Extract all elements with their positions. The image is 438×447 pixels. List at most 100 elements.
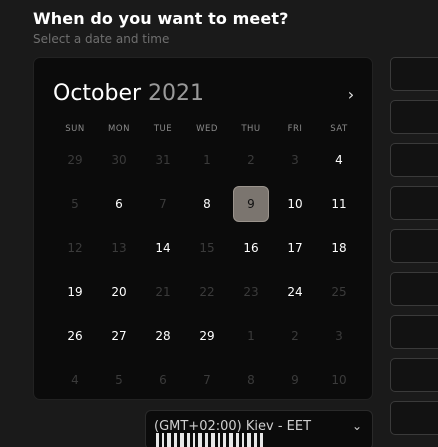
- day-number: 10: [287, 197, 303, 211]
- day-cell: 13: [97, 226, 141, 270]
- day-number: 7: [159, 197, 167, 211]
- day-number: 16: [243, 241, 259, 255]
- time-slot[interactable]: [390, 229, 438, 263]
- day-number: 25: [331, 285, 347, 299]
- day-number: 9: [233, 186, 269, 222]
- weekday-label: FRI: [287, 124, 303, 134]
- timezone-select[interactable]: (GMT+02:00) Kiev - EET ⌄: [145, 410, 373, 447]
- calendar-grid: SUN MON TUE WED THU FRI SAT 29 30 31 1 2 3 4 5 6 7 8 9 10 11…: [53, 124, 361, 402]
- day-number: 10: [331, 373, 347, 387]
- next-month-button[interactable]: ›: [341, 84, 361, 104]
- day-cell: 2: [273, 314, 317, 358]
- day-cell: 22: [185, 270, 229, 314]
- day-number: 9: [291, 373, 299, 387]
- day-cell[interactable]: 14: [141, 226, 185, 270]
- day-number: 1: [203, 153, 211, 167]
- day-cell[interactable]: 8: [185, 182, 229, 226]
- day-cell[interactable]: 17: [273, 226, 317, 270]
- loading-placeholder-bars: [156, 433, 266, 447]
- day-cell[interactable]: 10: [273, 182, 317, 226]
- day-cell: 1: [185, 138, 229, 182]
- date-picker-calendar: October 2021 › SUN MON TUE WED THU FRI SAT 29 30…: [33, 57, 373, 400]
- chevron-right-icon: ›: [347, 84, 355, 104]
- day-cell: 21: [141, 270, 185, 314]
- day-cell: 12: [53, 226, 97, 270]
- day-cell[interactable]: 16: [229, 226, 273, 270]
- time-slot[interactable]: [390, 143, 438, 177]
- day-number: 17: [287, 241, 303, 255]
- day-number: 31: [155, 153, 171, 167]
- day-cell: 10: [317, 358, 361, 402]
- day-cell: 9: [273, 358, 317, 402]
- weekday-label: THU: [241, 124, 261, 134]
- day-number: 18: [331, 241, 347, 255]
- month-label: October: [53, 81, 142, 106]
- day-number: 13: [111, 241, 127, 255]
- day-cell: 3: [273, 138, 317, 182]
- day-cell: 2: [229, 138, 273, 182]
- day-number: 20: [111, 285, 127, 299]
- day-number: 29: [67, 153, 83, 167]
- page-subtitle: Select a date and time: [33, 32, 170, 46]
- time-slot[interactable]: [390, 315, 438, 349]
- day-cell[interactable]: 20: [97, 270, 141, 314]
- day-number: 15: [199, 241, 215, 255]
- day-number: 6: [159, 373, 167, 387]
- day-cell[interactable]: 11: [317, 182, 361, 226]
- day-cell[interactable]: 24: [273, 270, 317, 314]
- weekday-label: SAT: [330, 124, 348, 134]
- time-slot[interactable]: [390, 57, 438, 91]
- day-cell: 25: [317, 270, 361, 314]
- day-cell: 3: [317, 314, 361, 358]
- day-number: 6: [115, 197, 123, 211]
- day-cell: 1: [229, 314, 273, 358]
- day-number: 4: [71, 373, 79, 387]
- day-cell[interactable]: 26: [53, 314, 97, 358]
- day-number: 12: [67, 241, 83, 255]
- page-title: When do you want to meet?: [33, 9, 289, 28]
- day-number: 3: [335, 329, 343, 343]
- day-cell: 31: [141, 138, 185, 182]
- day-cell: 7: [185, 358, 229, 402]
- day-cell: 6: [141, 358, 185, 402]
- day-cell[interactable]: 28: [141, 314, 185, 358]
- day-cell: 7: [141, 182, 185, 226]
- time-slot[interactable]: [390, 358, 438, 392]
- day-number: 5: [71, 197, 79, 211]
- day-number: 8: [247, 373, 255, 387]
- day-cell-selected[interactable]: 9: [229, 182, 273, 226]
- day-number: 7: [203, 373, 211, 387]
- day-cell: 30: [97, 138, 141, 182]
- day-cell: 23: [229, 270, 273, 314]
- day-number: 5: [115, 373, 123, 387]
- time-slot[interactable]: [390, 186, 438, 220]
- day-cell: 5: [53, 182, 97, 226]
- day-number: 2: [291, 329, 299, 343]
- day-number: 19: [67, 285, 83, 299]
- year-label: 2021: [148, 81, 205, 106]
- day-number: 29: [199, 329, 215, 343]
- day-cell: 8: [229, 358, 273, 402]
- day-cell[interactable]: 29: [185, 314, 229, 358]
- day-cell: 4: [53, 358, 97, 402]
- day-cell[interactable]: 27: [97, 314, 141, 358]
- weekday-label: SUN: [65, 124, 85, 134]
- time-slot[interactable]: [390, 401, 438, 435]
- chevron-down-icon: ⌄: [351, 419, 362, 433]
- weekday-label: MON: [108, 124, 130, 134]
- day-number: 11: [331, 197, 347, 211]
- day-cell[interactable]: 19: [53, 270, 97, 314]
- day-cell[interactable]: 6: [97, 182, 141, 226]
- day-cell[interactable]: 18: [317, 226, 361, 270]
- weekday-label: WED: [196, 124, 218, 134]
- day-number: 3: [291, 153, 299, 167]
- day-number: 28: [155, 329, 171, 343]
- time-slot[interactable]: [390, 272, 438, 306]
- day-number: 21: [155, 285, 171, 299]
- day-cell: 5: [97, 358, 141, 402]
- day-cell[interactable]: 4: [317, 138, 361, 182]
- time-slot[interactable]: [390, 100, 438, 134]
- day-number: 22: [199, 285, 215, 299]
- month-year-heading: October 2021: [53, 81, 204, 106]
- day-cell: 29: [53, 138, 97, 182]
